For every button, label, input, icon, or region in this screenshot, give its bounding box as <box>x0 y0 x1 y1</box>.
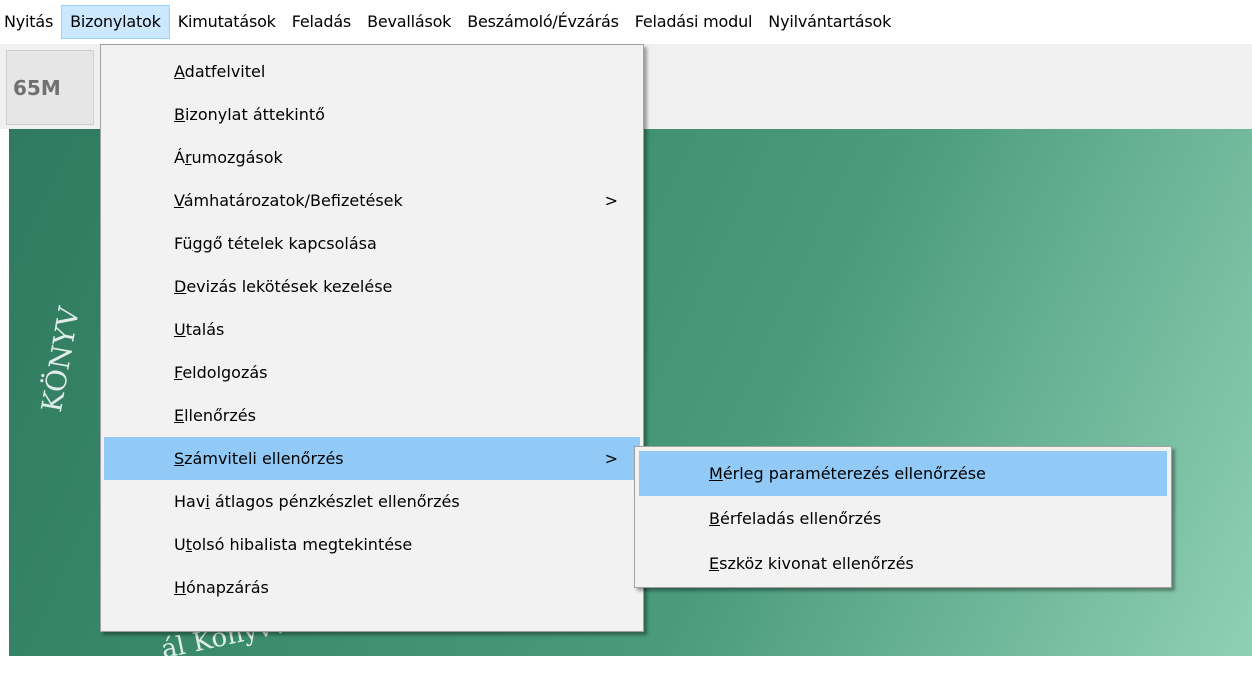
sub-menu-item[interactable]: Eszköz kivonat ellenőrzés <box>639 541 1167 586</box>
chevron-right-icon: > <box>604 449 618 468</box>
access-key: A <box>174 62 185 81</box>
label-prefix: Hav <box>174 492 206 511</box>
emblem-text-left: KÖNYV <box>35 304 86 415</box>
label-suffix: izonylat áttekintő <box>184 105 325 124</box>
main-menu-item-label: Számviteli ellenőrzés <box>174 449 344 468</box>
label-suffix: umozgások <box>191 148 283 167</box>
label-suffix: érfeladás ellenőrzés <box>719 509 882 528</box>
menu-kimutatasok[interactable]: Kimutatások <box>170 5 284 39</box>
access-key: H <box>174 578 187 597</box>
sub-menu-item[interactable]: Bérfeladás ellenőrzés <box>639 496 1167 541</box>
main-menu-item[interactable]: Függő tételek kapcsolása <box>104 222 640 265</box>
access-key: r <box>184 148 192 167</box>
sub-menu-item-label: Eszköz kivonat ellenőrzés <box>709 554 914 573</box>
main-menu-item[interactable]: Adatfelvitel <box>104 50 640 93</box>
bizonylatok-dropdown-menu: Adatfelvitel Bizonylat áttekintő Árumozgás… <box>100 44 644 632</box>
access-key: D <box>174 277 187 296</box>
menu-nyilvantartasok[interactable]: Nyilvántartások <box>760 5 899 39</box>
label-suffix: ónapzárás <box>186 578 269 597</box>
menu-bar: Nyitás Bizonylatok Kimutatások Feladás B… <box>0 0 1252 44</box>
label-suffix: llenőrzés <box>184 406 256 425</box>
access-key: g <box>192 234 203 253</box>
main-menu-item-label: Feldolgozás <box>174 363 268 382</box>
main-menu-item[interactable]: Hónapzárás <box>104 566 640 609</box>
main-menu-item-label: Utalás <box>174 320 224 339</box>
main-menu-item[interactable]: Bizonylat áttekintő <box>104 93 640 136</box>
main-menu-item-label: Ellenőrzés <box>174 406 256 425</box>
menu-feladasi-modul[interactable]: Feladási modul <box>627 5 761 39</box>
access-key: M <box>709 464 723 483</box>
label-suffix: olsó hibalista megtekintése <box>192 535 413 554</box>
access-key: E <box>174 406 185 425</box>
szamviteli-ellenorzes-submenu: Mérleg paraméterezés ellenőrzése Bérfelad… <box>634 446 1172 588</box>
menu-bizonylatok[interactable]: Bizonylatok <box>61 5 170 39</box>
main-menu-item-label: Havi átlagos pénzkészlet ellenőrzés <box>174 492 460 511</box>
main-menu-item-label: Hónapzárás <box>174 578 269 597</box>
main-menu-item[interactable]: Havi átlagos pénzkészlet ellenőrzés <box>104 480 640 523</box>
chevron-right-icon: > <box>604 191 618 210</box>
access-key: V <box>174 191 184 210</box>
label-suffix: datfelvitel <box>184 62 266 81</box>
toolbar-button-65m[interactable]: 65M <box>6 50 94 125</box>
main-menu-item-label: Utolsó hibalista megtekintése <box>174 535 412 554</box>
label-suffix: evizás lekötések kezelése <box>186 277 393 296</box>
bottom-strip <box>0 656 1252 684</box>
label-prefix: Fü <box>174 234 193 253</box>
label-suffix: talás <box>185 320 225 339</box>
access-key: E <box>709 554 720 573</box>
sub-menu-item-label: Mérleg paraméterezés ellenőrzése <box>709 464 986 483</box>
menu-bevallasok[interactable]: Bevallások <box>359 5 459 39</box>
access-key: B <box>174 105 185 124</box>
main-menu-item[interactable]: Feldolgozás <box>104 351 640 394</box>
main-menu-item-label: Függő tételek kapcsolása <box>174 234 377 253</box>
menu-nyitas[interactable]: Nyitás <box>0 5 61 39</box>
main-menu-item[interactable]: Ellenőrzés <box>104 394 640 437</box>
access-key: B <box>709 509 720 528</box>
label-suffix: érleg paraméterezés ellenőrzése <box>722 464 986 483</box>
access-key: S <box>174 449 185 468</box>
main-menu-item-label: Vámhatározatok/Befizetések <box>174 191 403 210</box>
main-menu-item[interactable]: Számviteli ellenőrzés > <box>104 437 640 480</box>
main-menu-item[interactable]: Devizás lekötések kezelése <box>104 265 640 308</box>
sub-menu-item-label: Bérfeladás ellenőrzés <box>709 509 881 528</box>
label-prefix: U <box>174 535 186 554</box>
main-menu-item[interactable]: Vámhatározatok/Befizetések > <box>104 179 640 222</box>
label-suffix: átlagos pénzkészlet ellenőrzés <box>209 492 460 511</box>
label-suffix: eldolgozás <box>182 363 268 382</box>
main-menu-item-label: Árumozgások <box>174 148 283 167</box>
label-suffix: ámhatározatok/Befizetések <box>183 191 403 210</box>
main-menu-item[interactable]: Utalás <box>104 308 640 351</box>
main-menu-item-label: Bizonylat áttekintő <box>174 105 325 124</box>
label-suffix: gő tételek kapcsolása <box>202 234 377 253</box>
main-menu-item[interactable]: Utolsó hibalista megtekintése <box>104 523 640 566</box>
sub-menu-item[interactable]: Mérleg paraméterezés ellenőrzése <box>639 451 1167 496</box>
menu-feladas[interactable]: Feladás <box>284 5 359 39</box>
main-menu-item[interactable]: Árumozgások <box>104 136 640 179</box>
access-key: U <box>174 320 186 339</box>
label-prefix: Á <box>174 148 185 167</box>
menu-beszamolo-evzaras[interactable]: Beszámoló/Évzárás <box>459 5 626 39</box>
main-menu-item-label: Devizás lekötések kezelése <box>174 277 392 296</box>
label-suffix: zámviteli ellenőrzés <box>184 449 344 468</box>
label-suffix: szköz kivonat ellenőrzés <box>719 554 914 573</box>
main-menu-item-label: Adatfelvitel <box>174 62 265 81</box>
